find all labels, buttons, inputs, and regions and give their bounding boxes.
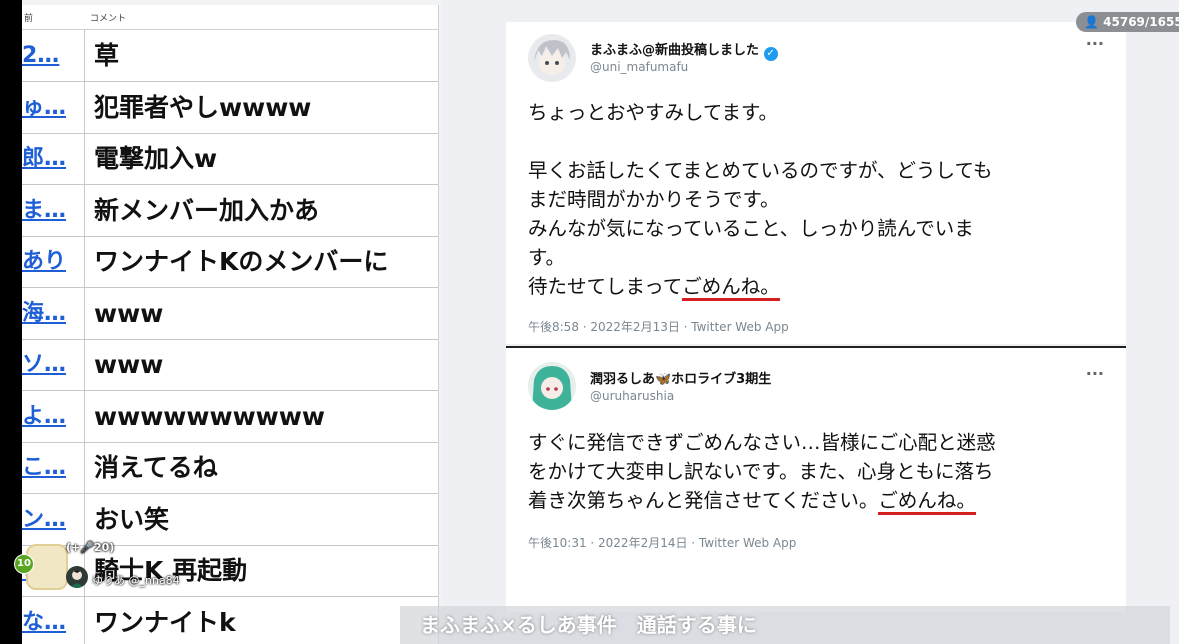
- underlined-apology: ごめんね。: [878, 489, 976, 515]
- avatar-image: [528, 362, 576, 410]
- comment-text: おい笑: [94, 504, 170, 534]
- comment-user-link[interactable]: こ…: [22, 442, 84, 493]
- comment-user-link[interactable]: 2…: [22, 30, 84, 81]
- comment-user-link[interactable]: ン…: [22, 494, 84, 545]
- table-row[interactable]: 郎… 電撃加入w: [22, 133, 438, 185]
- left-black-bar: [0, 0, 22, 644]
- column-divider: [84, 493, 85, 545]
- tweet-author-name: 潤羽るしあ🦋ホロライブ3期生: [590, 372, 772, 387]
- tweet-author-handle[interactable]: @uruharushia: [590, 389, 674, 403]
- table-row[interactable]: よ… wwwwwwwwww: [22, 390, 438, 443]
- column-header-user: 前: [24, 14, 34, 24]
- table-row[interactable]: あり ワンナイトKのメンバーに: [22, 236, 438, 288]
- column-divider: [84, 30, 85, 81]
- table-row[interactable]: ま… 新メンバー加入かあ: [22, 184, 438, 237]
- tweet-line-last: 待たせてしまってごめんね。: [528, 272, 1108, 301]
- table-header: 前 コメント: [22, 5, 438, 30]
- table-row[interactable]: 2… 草: [22, 30, 438, 82]
- comment-user-link[interactable]: 郎…: [22, 133, 84, 184]
- author-name-text: まふまふ@新曲投稿しました: [590, 43, 760, 58]
- table-row[interactable]: こ… 消えてるね: [22, 442, 438, 494]
- gift-level-badge: 10: [14, 554, 34, 574]
- tweet-line: す。: [528, 246, 566, 269]
- comment-user-link[interactable]: ソ…: [22, 339, 84, 390]
- tweet-line: すぐに発信できずごめんなさい…皆様にご心配と迷惑: [528, 431, 996, 454]
- tweet-card-rushia: 潤羽るしあ🦋ホロライブ3期生 @uruharushia ··· すぐに発信できず…: [506, 346, 1126, 612]
- more-options-icon[interactable]: ···: [1086, 364, 1104, 383]
- avatar-image: [528, 34, 576, 82]
- column-divider: [84, 81, 85, 133]
- column-header-comment: コメント: [90, 14, 127, 24]
- comment-text: www: [94, 350, 164, 379]
- comment-user-link[interactable]: 海…: [22, 288, 84, 339]
- caption-text: まふまふ×るしあ事件 通話する事に: [420, 613, 757, 637]
- tweet-body: すぐに発信できずごめんなさい…皆様にご心配と迷惑 をかけて大変申し訳ないです。ま…: [528, 428, 1108, 515]
- tweet-line: まだ時間がかかりそうです。: [528, 188, 780, 211]
- tweet-author-name: まふまふ@新曲投稿しました ✓: [590, 39, 778, 61]
- table-row[interactable]: 海… www: [22, 287, 438, 340]
- comment-text: 草: [94, 41, 120, 70]
- underlined-apology: ごめんね。: [682, 275, 780, 301]
- caption-banner: まふまふ×るしあ事件 通話する事に: [0, 606, 1179, 644]
- gift-username: ゆりあ @_nna84: [92, 574, 180, 587]
- column-divider: [84, 184, 85, 236]
- tweet-line-prefix: 待たせてしまって: [528, 275, 683, 298]
- viewer-count-badge: 👤 45769/1655: [1076, 12, 1179, 32]
- comment-text: 電撃加入w: [94, 144, 218, 173]
- tweet-line-prefix: 着き次第ちゃんと発信させてください。: [528, 489, 879, 512]
- comment-text: 騎士K 再起動: [94, 556, 248, 585]
- tweet-timestamp[interactable]: 午後8:58 · 2022年2月13日 · Twitter Web App: [528, 318, 789, 335]
- tweet-author-handle[interactable]: @uni_mafumafu: [590, 60, 688, 74]
- tweet-line-last: 着き次第ちゃんと発信させてください。ごめんね。: [528, 486, 1108, 515]
- tweet-card-mafumafu: まふまふ@新曲投稿しました ✓ @uni_mafumafu ··· ちょっとおや…: [506, 22, 1126, 344]
- viewer-count-text: 45769/1655: [1103, 15, 1179, 29]
- tweet-line: 早くお話したくてまとめているのですが、どうしても: [528, 159, 993, 182]
- tweet-line: をかけて大変申し訳ないです。また、心身ともに落ち: [528, 460, 994, 483]
- video-frame: 前 コメント 2… 草ゅ… 犯罪者やしwwww 郎… 電撃加入w ま… 新メンバー加入かああ…: [0, 0, 1179, 644]
- table-row[interactable]: ン… おい笑: [22, 493, 438, 546]
- table-row[interactable]: ゅ… 犯罪者やしwwww: [22, 81, 438, 134]
- gift-user-avatar: [66, 566, 88, 588]
- comment-text: 消えてるね: [94, 453, 218, 482]
- comment-user-link[interactable]: よ…: [22, 391, 84, 442]
- column-divider: [84, 442, 85, 493]
- comment-text: www: [94, 298, 164, 328]
- avatar: [528, 34, 576, 82]
- tweet-body: ちょっとおやすみしてます。 早くお話したくてまとめているのですが、どうしても ま…: [528, 98, 1108, 301]
- comment-user-link[interactable]: ゅ…: [22, 82, 84, 133]
- gift-points: (+🎤20): [66, 541, 115, 554]
- comment-user-link[interactable]: あり: [22, 236, 84, 287]
- comment-text: wwwwwwwwww: [94, 401, 325, 431]
- column-divider: [84, 390, 85, 442]
- column-divider: [84, 133, 85, 184]
- tweet-timestamp[interactable]: 午後10:31 · 2022年2月14日 · Twitter Web App: [528, 534, 796, 551]
- column-divider: [84, 287, 85, 339]
- comment-user-link[interactable]: ま…: [22, 185, 84, 236]
- column-divider: [84, 236, 85, 287]
- more-options-icon[interactable]: ···: [1086, 34, 1104, 53]
- comment-text: 新メンバー加入かあ: [94, 195, 320, 225]
- table-row[interactable]: ソ… www: [22, 339, 438, 391]
- comment-text: ワンナイトKのメンバーに: [94, 247, 389, 276]
- person-icon: 👤: [1084, 15, 1099, 29]
- tweet-line: [528, 127, 1108, 156]
- gift-user-avatar-image: [70, 570, 84, 588]
- verified-badge-icon: ✓: [763, 47, 778, 61]
- tweet-line: みんなが気になっていること、しっかり読んでいま: [528, 217, 974, 240]
- tweet-line: ちょっとおやすみしてます。: [528, 101, 778, 124]
- avatar: [528, 362, 576, 410]
- column-divider: [84, 339, 85, 390]
- comment-text: 犯罪者やしwwww: [94, 92, 312, 122]
